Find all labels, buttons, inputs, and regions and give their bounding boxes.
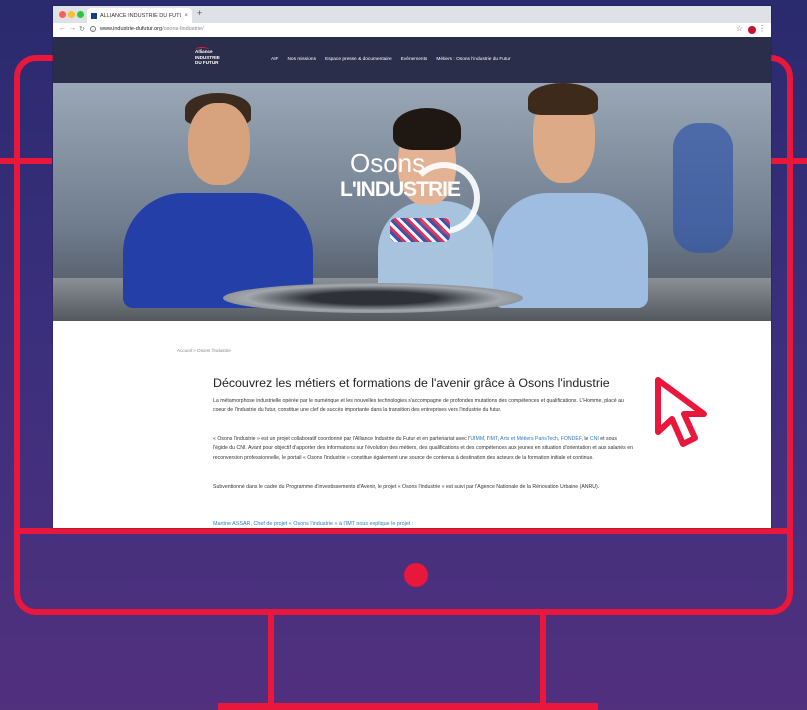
new-tab-button[interactable]: + xyxy=(197,8,202,18)
forward-icon[interactable]: → xyxy=(69,25,76,32)
reload-icon[interactable]: ↻ xyxy=(79,25,85,33)
osons-logo: Osons L'INDUSTRIE xyxy=(338,148,480,258)
url-host: www.industrie-dufutur.org xyxy=(100,26,163,32)
nav-item-aif[interactable]: AIF xyxy=(271,57,278,62)
breadcrumb[interactable]: Accueil > Osons l'industrie xyxy=(177,348,231,353)
link-cni[interactable]: CNI xyxy=(590,436,599,442)
monitor-stand-base xyxy=(218,703,598,710)
hero-wheel xyxy=(223,283,523,313)
nav-item-presse[interactable]: Espace presse & documentaire xyxy=(325,57,392,62)
window-minimize-button[interactable] xyxy=(68,11,75,18)
monitor-chin-divider xyxy=(14,528,793,534)
address-bar: ← → ↻ i www.industrie-dufutur.org/osons-… xyxy=(53,23,771,38)
info-icon[interactable]: i xyxy=(90,26,96,32)
browser-tabbar: ALLIANCE INDUSTRIE DU FUTUR × + xyxy=(53,6,771,23)
nav-item-missions[interactable]: Nos missions xyxy=(287,57,316,62)
page-title: Découvrez les métiers et formations de l… xyxy=(213,376,610,390)
intro-paragraph: La métamorphose industrielle opérée par … xyxy=(213,398,624,414)
monitor-stand-right xyxy=(540,615,546,710)
person-boy-hair xyxy=(528,83,598,115)
site-logo[interactable]: Alliance INDUSTRIE DU FUTUR xyxy=(195,47,231,71)
logo-swoosh xyxy=(195,47,209,52)
site-nav: AIF Nos missions Espace presse & documen… xyxy=(271,57,511,62)
star-icon[interactable]: ☆ xyxy=(736,24,743,33)
osons-dots-icon xyxy=(390,218,450,242)
window-maximize-button[interactable] xyxy=(77,11,84,18)
menu-icon[interactable]: ⋮ xyxy=(758,24,766,33)
cursor-icon xyxy=(655,377,707,447)
extension-icon[interactable] xyxy=(748,26,756,34)
tab-close-icon[interactable]: × xyxy=(184,13,188,19)
person-boy-body xyxy=(493,193,648,308)
monitor-stand-left xyxy=(268,615,274,710)
logo-line: DU FUTUR xyxy=(195,60,219,65)
back-icon[interactable]: ← xyxy=(59,25,66,32)
nav-item-evenements[interactable]: Evènements xyxy=(401,57,428,62)
p2-text: , le xyxy=(581,436,590,442)
background-worker xyxy=(673,123,733,253)
funding-paragraph: Subventionné dans le cadre du Programme … xyxy=(213,484,600,490)
url-path: /osons-lindustrie/ xyxy=(162,26,204,32)
person-blue-head xyxy=(188,103,250,185)
nav-item-metiers[interactable]: Métiers : Osons l'industrie du Futur xyxy=(436,57,510,62)
tab-title: ALLIANCE INDUSTRIE DU FUTUR xyxy=(100,12,182,19)
site-header: Alliance INDUSTRIE DU FUTUR AIF Nos miss… xyxy=(53,37,771,83)
video-caption-link[interactable]: Martine ASSAR, Chef de projet « Osons l'… xyxy=(213,521,413,527)
hero-image: Osons L'INDUSTRIE xyxy=(53,83,771,321)
favicon-icon xyxy=(91,12,97,19)
link-fondef[interactable]: FONDEF xyxy=(561,436,582,442)
person-girl-hair xyxy=(393,108,461,150)
industrie-word: L'INDUSTRIE xyxy=(340,178,461,201)
window-close-button[interactable] xyxy=(59,11,66,18)
osons-word: Osons xyxy=(350,148,426,178)
p2-text: « Osons l'industrie » est un projet coll… xyxy=(213,436,471,442)
monitor-power-dot xyxy=(404,563,428,587)
browser-tab[interactable]: ALLIANCE INDUSTRIE DU FUTUR × xyxy=(87,8,192,23)
project-paragraph: « Osons l'industrie » est un projet coll… xyxy=(213,435,633,463)
link-arts-metiers[interactable]: Arts et Métiers ParisTech xyxy=(500,436,558,442)
link-imt[interactable]: IMT xyxy=(489,436,497,442)
url-field[interactable]: www.industrie-dufutur.org/osons-lindustr… xyxy=(100,26,204,32)
link-uimm[interactable]: UIMM xyxy=(470,436,484,442)
